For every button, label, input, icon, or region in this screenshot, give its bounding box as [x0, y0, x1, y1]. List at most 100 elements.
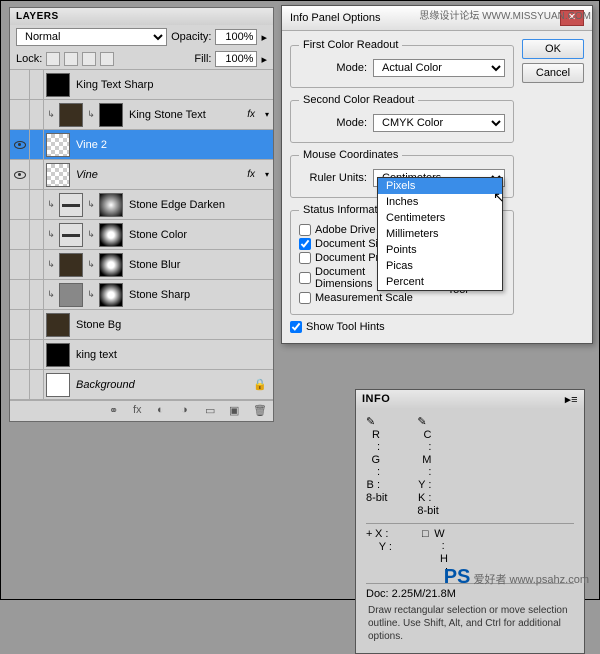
layer-name[interactable]: King Stone Text [125, 109, 241, 121]
lock-pixels-icon[interactable] [64, 52, 78, 66]
visibility-toggle[interactable] [10, 190, 30, 220]
adjustment-icon[interactable]: ◑ [181, 404, 195, 418]
layer-row[interactable]: ↳↳Stone Sharp [10, 280, 273, 310]
opacity-input[interactable] [215, 29, 257, 45]
visibility-toggle[interactable] [10, 130, 30, 160]
layer-thumb[interactable] [99, 253, 123, 277]
layer-name[interactable]: Stone Color [125, 229, 273, 241]
mask-icon[interactable]: ◐ [157, 404, 171, 418]
lock-all-icon[interactable] [100, 52, 114, 66]
layer-thumb[interactable] [46, 163, 70, 187]
visibility-toggle[interactable] [10, 280, 30, 310]
layer-thumb[interactable] [59, 223, 83, 247]
layer-row[interactable]: ↳↳Stone Edge Darken [10, 190, 273, 220]
layer-thumb[interactable] [99, 103, 123, 127]
link-layers-icon[interactable]: ⚭ [109, 404, 123, 418]
adobe-drive-check[interactable] [299, 224, 311, 236]
doc-size: Doc: 2.25M/21.8M [366, 588, 574, 600]
layers-panel: LAYERS Normal Opacity: ▸ Lock: Fill: ▸ K… [9, 7, 274, 422]
layer-thumb[interactable] [59, 193, 83, 217]
visibility-toggle[interactable] [10, 310, 30, 340]
dropdown-item[interactable]: Millimeters [378, 226, 502, 242]
fill-label: Fill: [194, 53, 211, 65]
visibility-toggle[interactable] [10, 220, 30, 250]
layer-row[interactable]: Vine 2 [10, 130, 273, 160]
new-layer-icon[interactable]: ▣ [229, 404, 243, 418]
layer-name[interactable]: Stone Bg [72, 319, 273, 331]
layer-name[interactable]: Stone Sharp [125, 289, 273, 301]
layer-name[interactable]: Vine 2 [72, 139, 273, 151]
fx-icon[interactable]: fx [133, 404, 147, 418]
layer-thumb[interactable] [46, 313, 70, 337]
fill-arrow[interactable]: ▸ [261, 53, 267, 66]
blend-mode-select[interactable]: Normal [16, 28, 167, 46]
layer-row[interactable]: Vinefx▾ [10, 160, 273, 190]
ok-button[interactable]: OK [522, 39, 584, 59]
folder-icon[interactable]: ▭ [205, 404, 219, 418]
layers-footer: ⚭ fx ◐ ◑ ▭ ▣ 🗑 [10, 400, 273, 421]
layer-name[interactable]: King Text Sharp [72, 79, 273, 91]
visibility-toggle[interactable] [10, 100, 30, 130]
visibility-toggle[interactable] [10, 70, 30, 100]
dropdown-item[interactable]: Percent [378, 274, 502, 290]
trash-icon[interactable]: 🗑 [253, 404, 267, 418]
doc-dim-check[interactable] [299, 272, 311, 284]
layer-thumb[interactable] [59, 103, 83, 127]
first-mode-select[interactable]: Actual Color [373, 59, 505, 77]
layer-thumb[interactable] [59, 253, 83, 277]
opacity-label: Opacity: [171, 31, 211, 43]
layer-row[interactable]: ↳↳Stone Color [10, 220, 273, 250]
lock-label: Lock: [16, 53, 42, 65]
layer-name[interactable]: Background [72, 379, 247, 391]
ruler-units-dropdown[interactable]: PixelsInchesCentimetersMillimetersPoints… [377, 177, 503, 291]
visibility-toggle[interactable] [10, 160, 30, 190]
layer-thumb[interactable] [99, 193, 123, 217]
doc-sizes-check[interactable] [299, 238, 311, 250]
dropdown-item[interactable]: Picas [378, 258, 502, 274]
measurement-check[interactable] [299, 292, 311, 304]
layer-row[interactable]: Background🔒 [10, 370, 273, 400]
fill-input[interactable] [215, 51, 257, 67]
cancel-button[interactable]: Cancel [522, 63, 584, 83]
dropdown-item[interactable]: Pixels [378, 178, 502, 194]
layer-thumb[interactable] [46, 343, 70, 367]
layer-thumb[interactable] [46, 133, 70, 157]
panel-menu-icon[interactable]: ▸≡ [565, 393, 578, 406]
eyedropper-icon: ✎ [366, 415, 375, 428]
doc-profile-check[interactable] [299, 252, 311, 264]
layers-panel-title: LAYERS [10, 8, 273, 25]
lock-position-icon[interactable] [82, 52, 96, 66]
tool-hint: Draw rectangular selection or move selec… [366, 600, 574, 647]
cursor-icon: ↖ [493, 189, 505, 206]
layer-thumb[interactable] [99, 283, 123, 307]
layer-row[interactable]: King Text Sharp [10, 70, 273, 100]
layer-name[interactable]: Vine [72, 169, 241, 181]
layer-thumb[interactable] [59, 283, 83, 307]
info-panel-title: INFO [362, 393, 390, 406]
layer-name[interactable]: Stone Blur [125, 259, 273, 271]
layer-row[interactable]: Stone Bg [10, 310, 273, 340]
layer-thumb[interactable] [46, 373, 70, 397]
visibility-toggle[interactable] [10, 370, 30, 400]
layer-thumb[interactable] [99, 223, 123, 247]
info-panel-options-dialog: Info Panel Options ✕ First Color Readout… [281, 5, 593, 344]
layer-row[interactable]: king text [10, 340, 273, 370]
visibility-toggle[interactable] [10, 250, 30, 280]
opacity-arrow[interactable]: ▸ [261, 31, 267, 44]
dropdown-item[interactable]: Points [378, 242, 502, 258]
lock-transparency-icon[interactable] [46, 52, 60, 66]
watermark-top: 思缘设计论坛 WWW.MISSYUAN.COM [419, 7, 591, 22]
show-hints-check[interactable] [290, 321, 302, 333]
dimension-icon: □ [422, 528, 429, 552]
info-panel: INFO ▸≡ ✎ R : G : B : 8-bit ✎ C : M : Y … [355, 389, 585, 654]
layer-row[interactable]: ↳↳Stone Blur [10, 250, 273, 280]
layer-name[interactable]: king text [72, 349, 273, 361]
second-mode-select[interactable]: CMYK Color [373, 114, 505, 132]
dropdown-item[interactable]: Centimeters [378, 210, 502, 226]
layers-list: King Text Sharp ↳↳King Stone Textfx▾ Vine … [10, 70, 273, 400]
visibility-toggle[interactable] [10, 340, 30, 370]
layer-row[interactable]: ↳↳King Stone Textfx▾ [10, 100, 273, 130]
dropdown-item[interactable]: Inches [378, 194, 502, 210]
layer-name[interactable]: Stone Edge Darken [125, 199, 273, 211]
layer-thumb[interactable] [46, 73, 70, 97]
